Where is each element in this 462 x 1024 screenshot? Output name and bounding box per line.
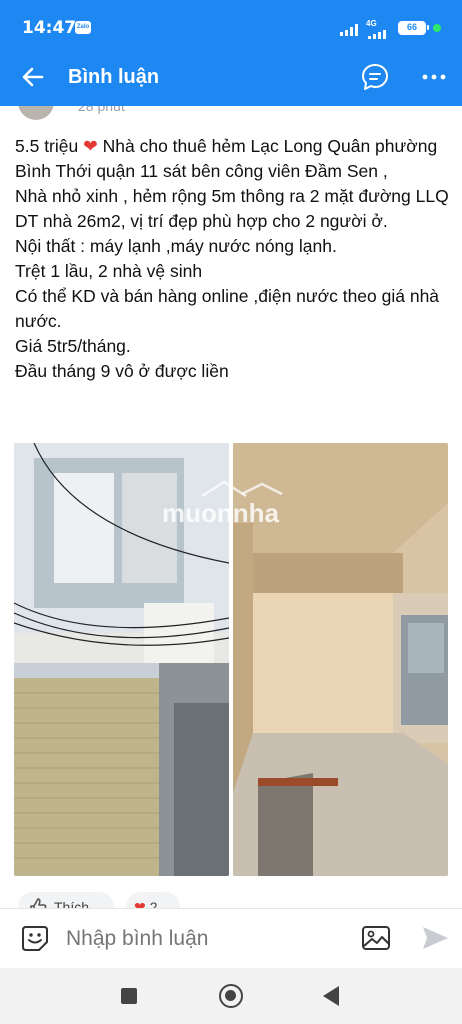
app-bar: Bình luận	[0, 56, 462, 102]
post-body: 5.5 triệu ❤ Nhà cho thuê hẻm Lạc Long Qu…	[15, 134, 455, 384]
heart-emoji-icon: ❤	[83, 136, 98, 156]
cell-signal-icon	[368, 27, 386, 39]
privacy-indicator-icon	[433, 24, 441, 32]
post-line: Nhà nhỏ xinh , hẻm rộng 5m thông ra 2 mặ…	[15, 186, 449, 206]
chat-bubble-icon	[362, 64, 388, 90]
chat-button[interactable]	[360, 62, 390, 92]
image-icon	[362, 926, 390, 950]
avatar[interactable]	[18, 106, 54, 120]
post-time: 28 phút	[78, 106, 125, 114]
wifi-signal-icon	[340, 24, 358, 36]
post-line: Nội thất : máy lạnh ,máy nước nóng lạnh.	[15, 236, 337, 256]
system-nav-bar	[0, 968, 462, 1024]
more-dots-icon	[422, 74, 446, 80]
header: 14:47 Zalo 4G 66 Bình luận	[0, 0, 462, 106]
home-button[interactable]	[219, 984, 243, 1008]
house-interior-photo[interactable]	[233, 443, 448, 876]
system-back-button[interactable]	[323, 986, 339, 1006]
heart-count: 2	[149, 899, 158, 908]
more-options-button[interactable]	[420, 62, 448, 92]
attach-image-button[interactable]	[360, 923, 392, 953]
status-bar: 14:47 Zalo 4G 66	[0, 0, 462, 56]
recent-apps-button[interactable]	[121, 988, 137, 1004]
house-interior-image	[233, 443, 448, 876]
heart-reaction-count[interactable]: ❤ 2	[126, 892, 180, 908]
author-row: 28 phút	[0, 106, 462, 120]
back-button[interactable]	[18, 62, 48, 92]
send-button[interactable]	[420, 923, 450, 953]
reaction-bar: Thích ❤ 2	[0, 888, 462, 908]
page-title: Bình luận	[68, 66, 160, 88]
thumbs-up-icon	[30, 898, 47, 908]
battery-icon: 66	[398, 21, 429, 35]
post-line: Trệt 1 lầu, 2 nhà vệ sinh	[15, 261, 203, 281]
send-arrow-icon	[423, 927, 448, 949]
post-line: Có thể KD và bán hàng online ,điện nước …	[15, 286, 440, 331]
like-button[interactable]: Thích	[18, 892, 114, 908]
back-arrow-icon	[22, 67, 44, 87]
zalo-notification-icon: Zalo	[75, 21, 91, 34]
battery-level: 66	[406, 22, 417, 32]
post-line: Đầu tháng 9 vô ở được liền	[15, 361, 229, 381]
heart-reaction-icon: ❤	[134, 898, 146, 909]
post-line: 5.5 triệu ❤ Nhà cho thuê hẻm Lạc Long Qu…	[15, 136, 438, 181]
status-time: 14:47	[22, 18, 77, 38]
post-line: Giá 5tr5/tháng.	[15, 336, 131, 356]
post-line: DT nhà 26m2, vị trí đẹp phù hợp cho 2 ng…	[15, 211, 388, 231]
house-exterior-photo[interactable]	[14, 443, 229, 876]
comment-input[interactable]	[66, 923, 346, 955]
like-label: Thích	[54, 899, 90, 908]
comment-bar	[0, 908, 462, 968]
sticker-button[interactable]	[20, 923, 50, 953]
sticker-face-icon	[22, 926, 48, 951]
house-exterior-image	[14, 443, 229, 876]
